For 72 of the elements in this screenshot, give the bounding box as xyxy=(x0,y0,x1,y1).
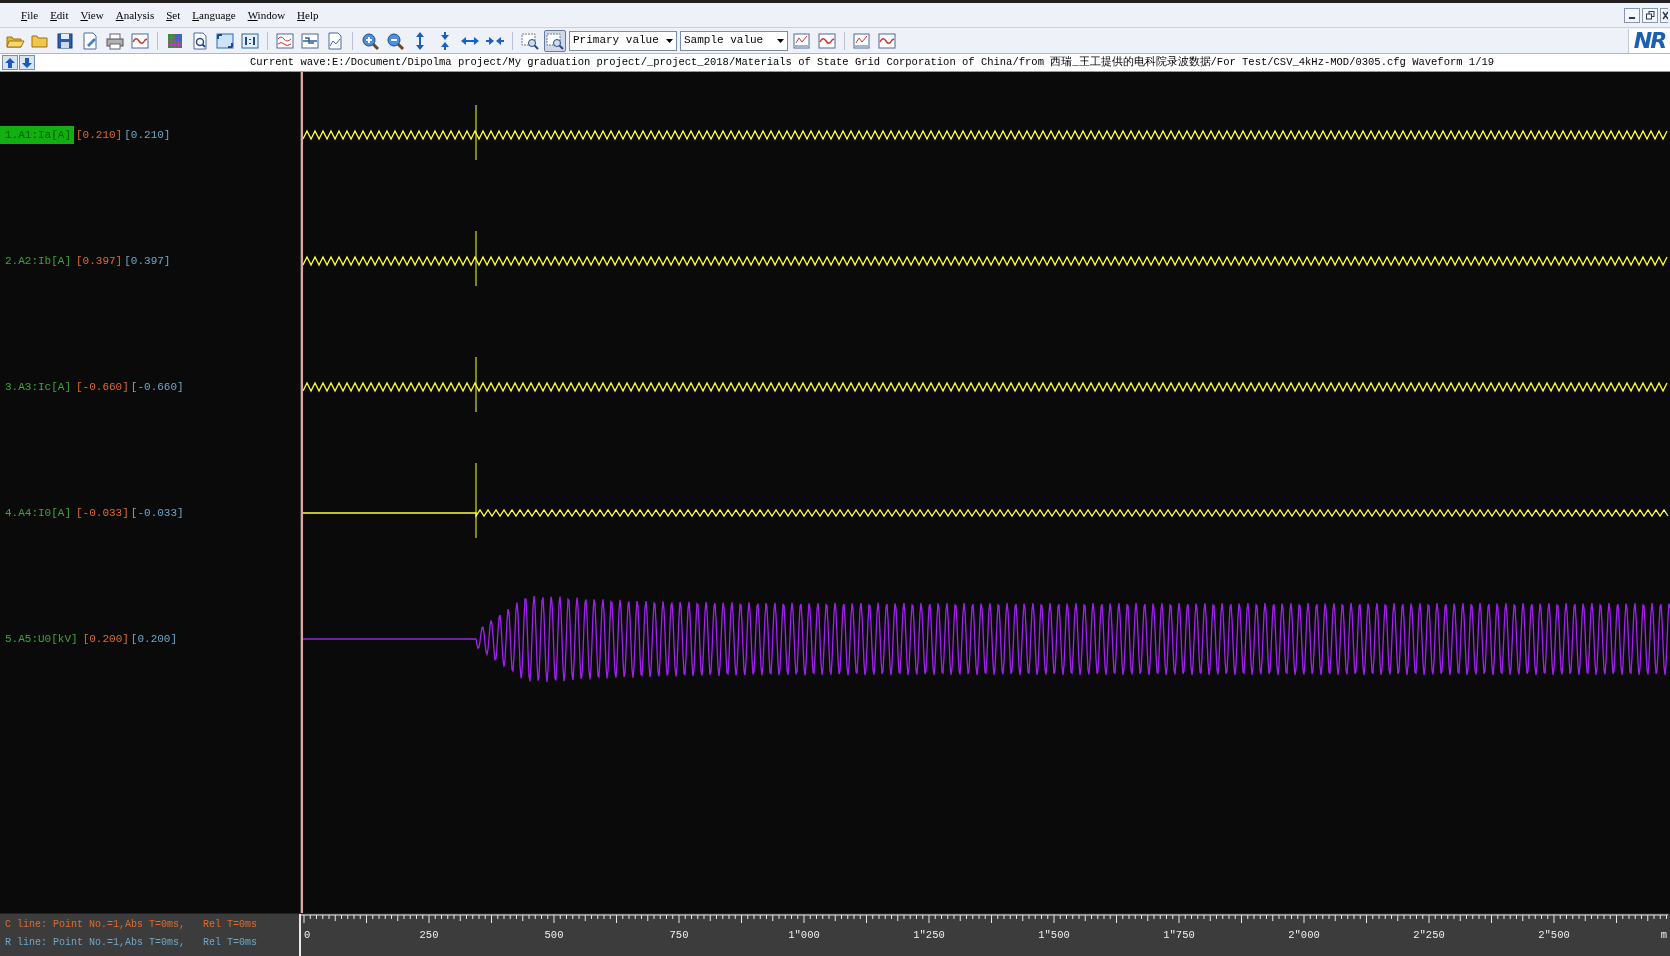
zoom-out-icon xyxy=(385,30,405,51)
ruler-label: 1″000 xyxy=(788,929,820,941)
zoom-in-icon xyxy=(360,30,380,51)
cursor-line[interactable] xyxy=(475,356,477,413)
toolbar-button[interactable] xyxy=(544,29,566,52)
cursor-line[interactable] xyxy=(475,462,477,539)
document-chart-icon xyxy=(325,30,345,51)
current-wave-path: Current wave:E:/Document/Dipolma project/My graduation project/_project_2018/Materials of State Grid Corporation of China/from 西瑞_王工提供的电科院录波数据/For Test/CSV_4kHz-MOD/0305.cfg Waveform 1/19 xyxy=(250,54,1495,70)
chart-search-icon xyxy=(852,30,872,51)
caret-icon xyxy=(666,38,673,43)
fullscreen-icon xyxy=(215,30,235,51)
minimize-button[interactable] xyxy=(1624,7,1640,23)
ruler-label: 500 xyxy=(544,929,564,941)
r-line-value: [0.210] xyxy=(124,127,171,143)
waveform-chart-icon xyxy=(817,30,837,51)
waveform-chart-icon xyxy=(877,30,897,51)
menu-item[interactable]: Set xyxy=(163,6,184,24)
document-edit-icon xyxy=(80,30,100,51)
cursor-readout: C line: Point No.=1,Abs T=0ms, Rel T=0ms xyxy=(5,918,259,931)
zoom-area-icon xyxy=(520,30,540,51)
value-dropdown[interactable]: Primary value xyxy=(569,30,677,51)
ruler-label: 1″250 xyxy=(913,929,945,941)
c-line-value: [0.200] xyxy=(82,631,129,647)
printer-icon xyxy=(105,30,125,51)
c-line-value: [-0.033] xyxy=(76,505,129,521)
previous-wave-button[interactable] xyxy=(2,55,18,70)
ruler-label: m xyxy=(1660,929,1667,941)
cursor-readout: R line: Point No.=1,Abs T=0ms, Rel T=0ms xyxy=(5,936,259,949)
ruler-label: 2″250 xyxy=(1413,929,1445,941)
channel-name[interactable]: 3.A3:Ic[A] xyxy=(0,377,74,397)
restore-button[interactable] xyxy=(1642,7,1658,23)
r-line-value: [-0.033] xyxy=(130,505,184,521)
print-preview-icon xyxy=(190,30,210,51)
ruler-label: 750 xyxy=(669,929,689,941)
menu-item[interactable]: File xyxy=(18,6,42,24)
channel-name[interactable]: 2.A2:Ib[A] xyxy=(0,251,74,271)
menu-item[interactable]: Help xyxy=(294,6,322,24)
chart-search-icon xyxy=(792,30,812,51)
arrow-down-icon xyxy=(21,56,33,69)
ruler-label: 2″500 xyxy=(1538,929,1570,941)
c-line-value: [-0.660] xyxy=(76,379,129,395)
value-dropdown[interactable]: Sample value xyxy=(680,30,788,51)
menu-item[interactable]: Edit xyxy=(47,6,72,24)
menu-item[interactable]: Language xyxy=(189,6,239,24)
r-line-value: [-0.660] xyxy=(130,379,184,395)
c-line-value: [0.397] xyxy=(76,253,123,269)
waveform-chart-icon xyxy=(275,30,295,51)
ruler-label: 2″000 xyxy=(1288,929,1320,941)
ruler-label: 1″500 xyxy=(1038,929,1070,941)
cursor-line[interactable] xyxy=(475,230,477,287)
next-wave-button[interactable] xyxy=(19,55,35,70)
menu-item[interactable]: Analysis xyxy=(112,6,158,24)
menu-item[interactable]: View xyxy=(77,6,107,24)
zoom-area-icon xyxy=(545,30,565,51)
close-button[interactable] xyxy=(1660,7,1668,23)
arrow-up-icon xyxy=(4,56,16,69)
ruler-label: 1″750 xyxy=(1163,929,1195,941)
restore-icon xyxy=(1645,10,1655,20)
split-chart-icon xyxy=(300,30,320,51)
close-icon xyxy=(1661,10,1668,20)
ruler-label: 250 xyxy=(419,929,439,941)
channel-name[interactable]: 5.A5:U0[kV] xyxy=(0,629,81,649)
logo: NR xyxy=(1628,28,1670,53)
r-line-value: [0.397] xyxy=(124,253,171,269)
menu-item[interactable]: Window xyxy=(244,6,289,24)
caret-icon xyxy=(777,38,784,43)
channel-name[interactable]: 4.A4:I0[A] xyxy=(0,503,74,523)
r-line-value: [0.200] xyxy=(130,631,178,647)
waveform-chart-icon xyxy=(130,30,150,51)
ruler-label: 0 xyxy=(304,929,311,941)
cursor-line[interactable] xyxy=(475,104,477,161)
c-line-value: [0.210] xyxy=(76,127,123,143)
